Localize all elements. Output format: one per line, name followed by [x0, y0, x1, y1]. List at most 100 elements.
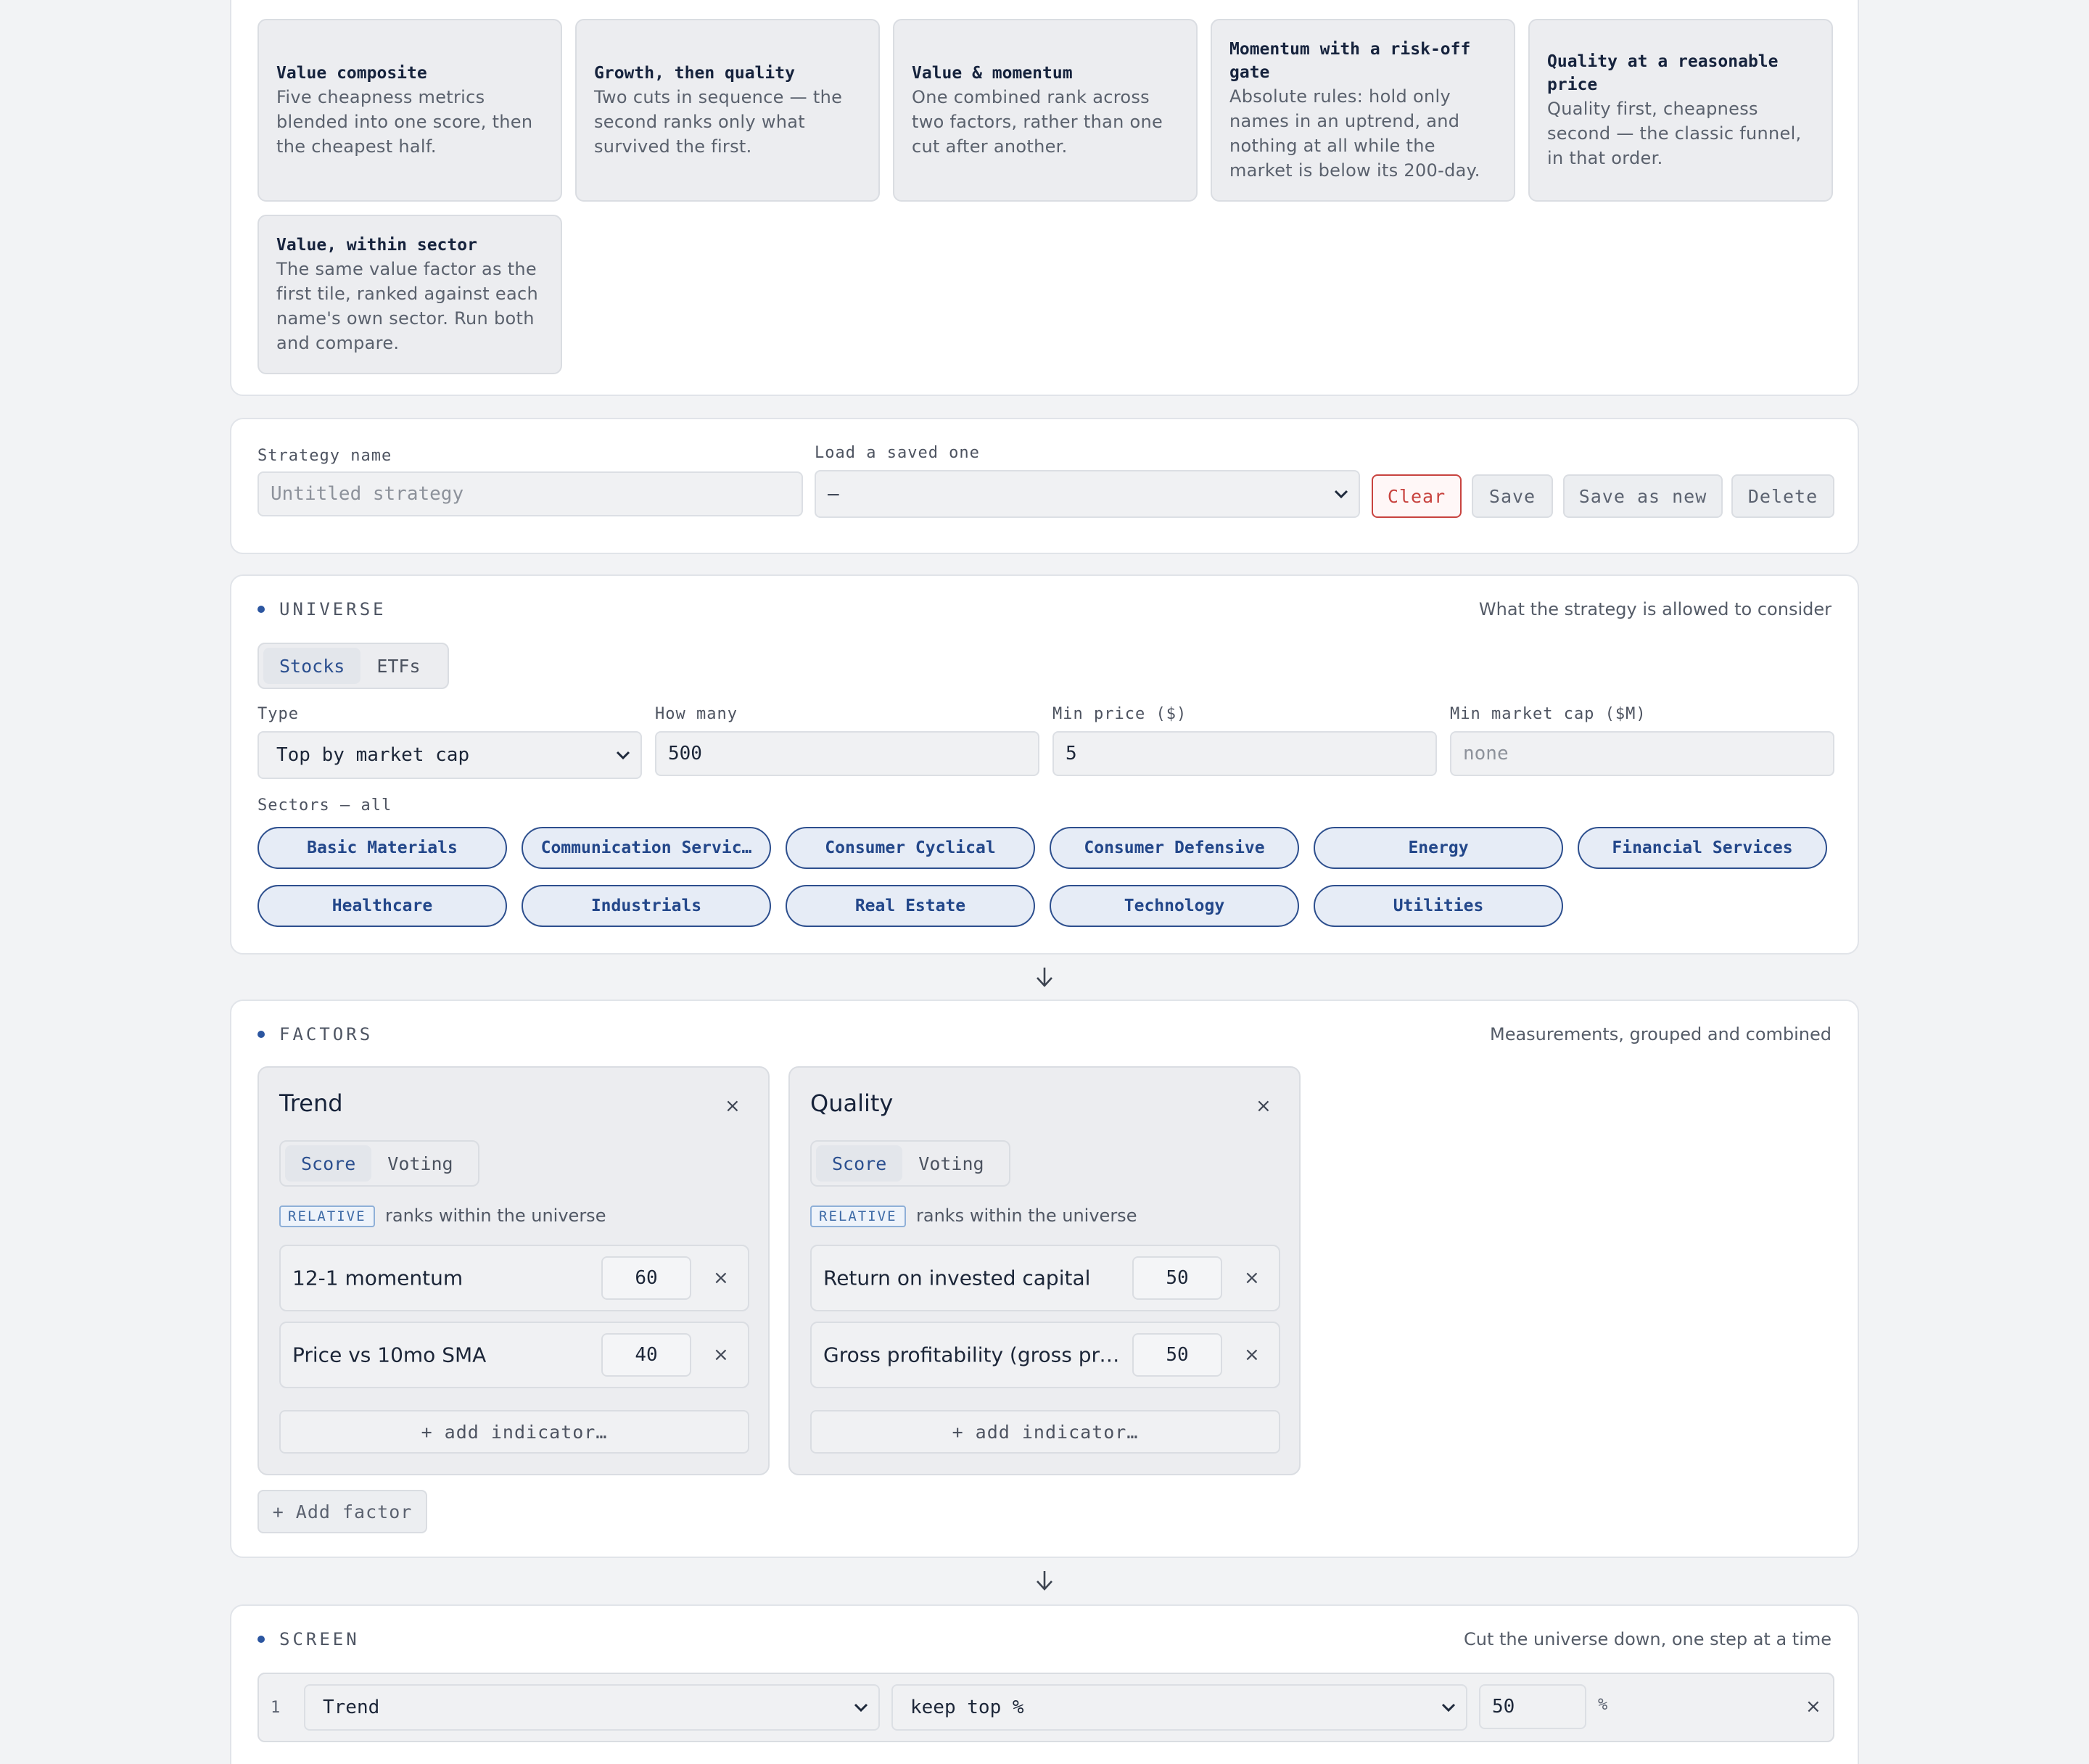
factors-subtitle: Measurements, grouped and combined — [1489, 1024, 1832, 1044]
screen-panel: SCREEN Cut the universe down, one step a… — [230, 1604, 1859, 1764]
close-icon[interactable]: × — [713, 1269, 729, 1287]
add-indicator-button[interactable]: + add indicator… — [279, 1410, 749, 1454]
section-dot — [257, 606, 265, 613]
preset-tile-value-composite[interactable]: Value composite Five cheapness metrics b… — [257, 19, 562, 202]
type-label: Type — [257, 705, 299, 723]
sector-chip[interactable]: Consumer Cyclical — [786, 827, 1035, 869]
min-price-label: Min price ($) — [1052, 705, 1187, 723]
indicator-weight-input[interactable]: 50 — [1132, 1333, 1222, 1377]
sector-chip[interactable]: Technology — [1050, 885, 1299, 927]
preset-title: Momentum with a risk-off gate — [1229, 40, 1471, 82]
relative-note: ranks within the universe — [385, 1205, 606, 1226]
presets-panel: Value composite Five cheapness metrics b… — [230, 0, 1859, 396]
preset-title: Value & momentum — [912, 64, 1073, 83]
factor-card-trend: Trend × Score Voting RELATIVE ranks with… — [257, 1066, 770, 1475]
how-many-label: How many — [655, 705, 738, 723]
close-icon[interactable]: × — [1244, 1269, 1260, 1287]
toggle-stocks[interactable]: Stocks — [263, 648, 361, 684]
how-many-input[interactable]: 500 — [655, 731, 1039, 776]
chevron-down-icon — [616, 751, 630, 759]
close-icon[interactable]: × — [713, 1345, 729, 1364]
chevron-down-icon — [1441, 1703, 1456, 1712]
sector-chip[interactable]: Healthcare — [257, 885, 507, 927]
factors-panel: FACTORS Measurements, grouped and combin… — [230, 1000, 1859, 1558]
indicator-name: Gross profitability (gross profit … — [823, 1343, 1121, 1367]
step-value-input[interactable]: 50 — [1479, 1684, 1586, 1729]
indicator-weight-input[interactable]: 50 — [1132, 1256, 1222, 1300]
step-rule-value: keep top % — [910, 1697, 1024, 1718]
universe-panel: UNIVERSE What the strategy is allowed to… — [230, 574, 1859, 955]
asset-type-toggle: Stocks ETFs — [257, 643, 449, 689]
factor-mode-toggle: Score Voting — [810, 1140, 1010, 1187]
preset-tile-momentum-risk-off[interactable]: Momentum with a risk-off gate Absolute r… — [1211, 19, 1515, 202]
load-saved-label: Load a saved one — [815, 444, 980, 462]
preset-title: Growth, then quality — [594, 64, 795, 83]
universe-header: UNIVERSE — [257, 599, 387, 619]
factor-name: Trend — [279, 1089, 343, 1117]
add-indicator-button[interactable]: + add indicator… — [810, 1410, 1280, 1454]
close-icon[interactable]: × — [725, 1097, 741, 1116]
chevron-down-icon — [1334, 490, 1348, 498]
sector-chip[interactable]: Industrials — [522, 885, 771, 927]
toggle-etfs[interactable]: ETFs — [360, 648, 436, 684]
save-button[interactable]: Save — [1472, 474, 1553, 518]
mode-score[interactable]: Score — [285, 1145, 372, 1182]
relative-badge: RELATIVE — [279, 1205, 375, 1227]
step-index: 1 — [271, 1699, 281, 1717]
preset-tile-value-within-sector[interactable]: Value, within sector The same value fact… — [257, 215, 562, 374]
section-dot — [257, 1031, 265, 1038]
indicator-weight-input[interactable]: 40 — [601, 1333, 691, 1377]
close-icon[interactable]: × — [1244, 1345, 1260, 1364]
step-rule-select[interactable]: keep top % — [891, 1684, 1467, 1731]
mode-voting[interactable]: Voting — [902, 1145, 1000, 1182]
screen-title: SCREEN — [279, 1629, 360, 1649]
sector-chip[interactable]: Communication Servic… — [522, 827, 771, 869]
strategy-bar: Strategy name Untitled strategy Load a s… — [230, 418, 1859, 554]
preset-tile-growth-quality[interactable]: Growth, then quality Two cuts in sequenc… — [575, 19, 880, 202]
section-dot — [257, 1636, 265, 1643]
preset-desc: One combined rank across two factors, ra… — [912, 87, 1163, 157]
min-cap-input[interactable]: none — [1450, 731, 1834, 776]
type-select[interactable]: Top by market cap — [257, 731, 642, 779]
indicator-weight-input[interactable]: 60 — [601, 1256, 691, 1300]
relative-note: ranks within the universe — [916, 1205, 1137, 1226]
sector-chip[interactable]: Real Estate — [786, 885, 1035, 927]
indicator-name: Price vs 10mo SMA — [292, 1343, 487, 1367]
sector-chip[interactable]: Utilities — [1314, 885, 1563, 927]
clear-button[interactable]: Clear — [1372, 474, 1462, 518]
preset-tile-quality-reasonable-price[interactable]: Quality at a reasonable price Quality fi… — [1528, 19, 1833, 202]
close-icon[interactable]: × — [1805, 1697, 1821, 1716]
sector-chip[interactable]: Financial Services — [1578, 827, 1827, 869]
type-value: Top by market cap — [276, 744, 470, 766]
arrow-down-icon — [1037, 968, 1052, 987]
preset-title: Value composite — [276, 64, 427, 83]
mode-voting[interactable]: Voting — [371, 1145, 469, 1182]
universe-title: UNIVERSE — [279, 599, 387, 619]
min-price-input[interactable]: 5 — [1052, 731, 1437, 776]
add-factor-button[interactable]: + Add factor — [257, 1490, 427, 1533]
mode-score[interactable]: Score — [816, 1145, 903, 1182]
indicator-row: 12-1 momentum 60 × — [279, 1245, 749, 1311]
indicator-name: 12-1 momentum — [292, 1266, 463, 1290]
factors-title: FACTORS — [279, 1024, 374, 1044]
sector-chip[interactable]: Energy — [1314, 827, 1563, 869]
arrow-down-icon — [1037, 1571, 1052, 1591]
close-icon[interactable]: × — [1256, 1097, 1272, 1116]
load-saved-select[interactable]: — — [815, 470, 1360, 518]
preset-desc: Quality first, cheapness second — the cl… — [1547, 99, 1802, 168]
step-factor-select[interactable]: Trend — [304, 1684, 880, 1731]
sector-chip[interactable]: Consumer Defensive — [1050, 827, 1299, 869]
strategy-name-input[interactable]: Untitled strategy — [257, 471, 803, 516]
load-saved-value: — — [828, 483, 839, 505]
factors-header: FACTORS — [257, 1024, 373, 1044]
delete-button[interactable]: Delete — [1731, 474, 1834, 518]
preset-desc: The same value factor as the first tile,… — [276, 259, 539, 353]
preset-tile-value-momentum[interactable]: Value & momentum One combined rank acros… — [893, 19, 1198, 202]
sectors-label: Sectors — all — [257, 796, 392, 815]
indicator-row: Gross profitability (gross profit … 50 × — [810, 1322, 1280, 1388]
sector-chip[interactable]: Basic Materials — [257, 827, 507, 869]
preset-title: Value, within sector — [276, 236, 477, 255]
save-as-new-button[interactable]: Save as new — [1563, 474, 1723, 518]
indicator-row: Return on invested capital 50 × — [810, 1245, 1280, 1311]
universe-subtitle: What the strategy is allowed to consider — [1478, 599, 1832, 619]
